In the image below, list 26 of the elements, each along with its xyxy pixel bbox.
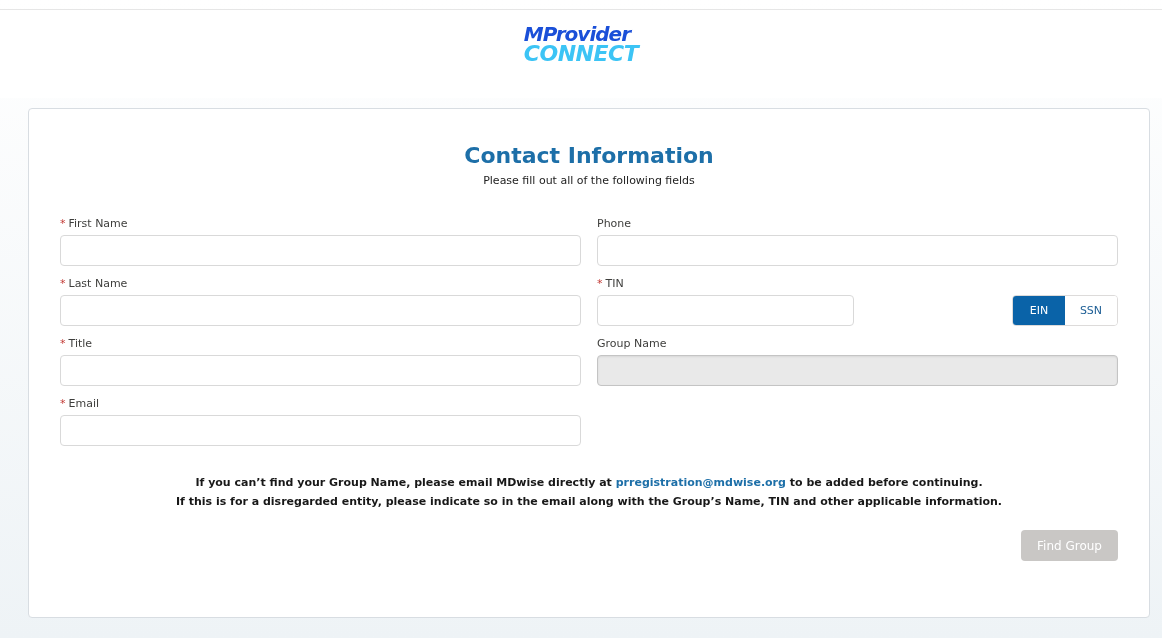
field-label: Last Name — [68, 277, 128, 290]
form-title: Contact Information — [463, 143, 715, 168]
required-marker: * — [60, 217, 66, 230]
input-field[interactable] — [60, 235, 581, 266]
required-marker: * — [60, 397, 66, 410]
field-label: Title — [68, 337, 93, 350]
required-marker: * — [597, 277, 603, 290]
toggle-option[interactable]: EIN — [1013, 296, 1065, 325]
input-field[interactable] — [597, 235, 1118, 266]
logo-text: CONNECT — [523, 44, 639, 64]
logo-text: MProvider — [523, 24, 630, 44]
notice-text: If this is for a disregarded entity, please indicate so in the email along with the Group’s Name, TIN and other applicable information. — [176, 495, 1002, 508]
field-label: First Name — [68, 217, 128, 230]
field-label: Phone — [597, 217, 632, 230]
input-field[interactable] — [60, 295, 581, 326]
required-marker: * — [60, 277, 66, 290]
email-link[interactable]: prregistration@mdwise.org — [615, 476, 786, 489]
form-subtitle: Please fill out all of the following fields — [482, 174, 696, 187]
input-field[interactable] — [60, 415, 581, 446]
field-label: TIN — [605, 277, 624, 290]
input-field[interactable] — [597, 295, 854, 326]
required-marker: * — [60, 337, 66, 350]
field-label: Group Name — [597, 337, 667, 350]
notice-text: If you can’t find your Group Name, please email MDwise directly at prregistration@mdwise.org to be added before continuing. — [195, 476, 983, 489]
field-label: Email — [68, 397, 100, 410]
input-field[interactable] — [60, 355, 581, 386]
